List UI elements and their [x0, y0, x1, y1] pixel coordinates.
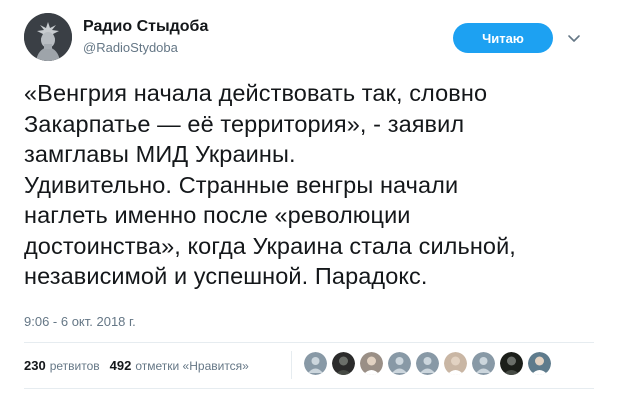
likes-stat[interactable]: 492 отметки «Нравится»	[110, 358, 259, 373]
liker-avatars	[304, 352, 551, 375]
retweets-stat[interactable]: 230 ретвитов	[24, 358, 110, 373]
divider	[24, 342, 594, 343]
tweet-timestamp[interactable]: 9:06 - 6 окт. 2018 г.	[24, 314, 136, 329]
likes-label: отметки «Нравится»	[135, 359, 249, 373]
retweets-label: ретвитов	[49, 359, 100, 373]
liker-avatar-default-avatar-icon[interactable]	[416, 352, 439, 375]
liker-avatar-default-avatar-icon[interactable]	[388, 352, 411, 375]
liker-avatar-person-photo-avatar-icon[interactable]	[444, 352, 467, 375]
statue-avatar-icon	[24, 13, 72, 61]
liker-avatar-photo-avatar-icon[interactable]	[360, 352, 383, 375]
retweets-count: 230	[24, 358, 46, 373]
tweet-text: «Венгрия начала действовать так, словно …	[24, 80, 516, 289]
chevron-down-icon[interactable]	[566, 30, 582, 46]
liker-avatar-dark-photo-avatar-icon[interactable]	[500, 352, 523, 375]
divider	[24, 388, 594, 389]
profile-avatar[interactable]	[24, 13, 72, 61]
liker-avatar-default-avatar-icon[interactable]	[304, 352, 327, 375]
author-name[interactable]: Радио Стыдоба	[83, 18, 208, 36]
liker-avatar-dark-avatar-icon[interactable]	[332, 352, 355, 375]
liker-avatar-default-avatar-icon[interactable]	[472, 352, 495, 375]
liker-avatar-bird-photo-avatar-icon[interactable]	[528, 352, 551, 375]
follow-button[interactable]: Читаю	[454, 24, 552, 52]
author-handle[interactable]: @RadioStydoba	[83, 40, 178, 55]
likes-count: 492	[109, 358, 132, 373]
stats-separator	[291, 351, 292, 379]
tweet-stats: 230 ретвитов 492 отметки «Нравится»	[24, 358, 259, 373]
